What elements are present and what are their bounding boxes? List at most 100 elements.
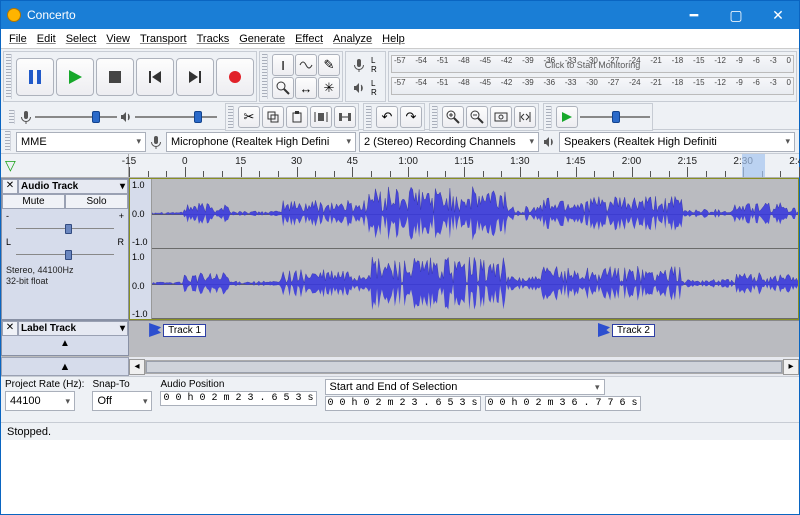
menu-analyze[interactable]: Analyze — [329, 33, 376, 45]
draw-tool-icon[interactable]: ✎ — [318, 54, 340, 76]
gain-slider[interactable] — [6, 224, 124, 234]
solo-button[interactable]: Solo — [65, 194, 128, 209]
track-info: Stereo, 44100Hz32-bit float — [6, 263, 124, 287]
skip-start-button[interactable] — [136, 58, 174, 96]
record-button[interactable] — [216, 58, 254, 96]
redo-button[interactable]: ↷ — [400, 106, 422, 128]
audio-track: ✕ Audio Track▾ Mute Solo -+ LR Stereo, 4… — [1, 178, 799, 320]
mixer-toolbar — [5, 110, 221, 124]
menu-transport[interactable]: Transport — [136, 33, 191, 45]
undo-button[interactable]: ↶ — [376, 106, 398, 128]
audio-position-field[interactable]: 0 0 h 0 2 m 2 3 . 6 5 3 s — [160, 391, 316, 406]
label-track: ✕ Label Track▾ ▲ Track 1 Track 2 — [1, 320, 799, 356]
speaker-icon — [119, 110, 133, 124]
tracks-collapse-button[interactable]: ▲ — [1, 357, 129, 376]
silence-button[interactable] — [334, 106, 356, 128]
zoom-in-button[interactable] — [442, 106, 464, 128]
track-name[interactable]: Audio Track▾ — [18, 179, 128, 194]
selection-start-field[interactable]: 0 0 h 0 2 m 2 3 . 6 5 3 s — [325, 396, 481, 411]
trim-button[interactable] — [310, 106, 332, 128]
label-track-body[interactable]: Track 1 Track 2 — [129, 320, 799, 356]
menu-edit[interactable]: Edit — [33, 33, 60, 45]
skip-end-button[interactable] — [176, 58, 214, 96]
recording-meter-text: Click to Start Monitoring — [392, 60, 793, 70]
snap-to-label: Snap-To — [92, 379, 152, 390]
speaker-icon — [542, 135, 556, 149]
recording-meter[interactable]: -57-54-51-48-45-42-39-36-33-30-27-24-21-… — [391, 54, 794, 74]
envelope-tool-icon[interactable] — [295, 54, 317, 76]
waveform-area[interactable]: 1.0 0.0 -1.0 1.0 0.0 -1.0 — [129, 178, 799, 320]
audio-host-select[interactable]: MME▾ — [16, 132, 146, 152]
scroll-right-button[interactable]: ▸ — [783, 359, 799, 375]
timeshift-tool-icon[interactable]: ↔ — [295, 77, 317, 99]
copy-button[interactable] — [262, 106, 284, 128]
fit-project-button[interactable] — [514, 106, 536, 128]
playback-speed-slider[interactable] — [580, 111, 650, 123]
collapse-button[interactable]: ▲ — [2, 336, 128, 351]
meters-toolbar: -57-54-51-48-45-42-39-36-33-30-27-24-21-… — [388, 51, 797, 102]
timeline-ruler[interactable]: ▽ -1501530451:001:151:301:452:002:152:30… — [1, 154, 799, 178]
selection-mode-select[interactable]: Start and End of Selection▾ — [325, 379, 605, 395]
paste-button[interactable] — [286, 106, 308, 128]
zoom-out-button[interactable] — [466, 106, 488, 128]
playback-volume-slider[interactable] — [135, 111, 217, 123]
app-icon — [7, 8, 21, 22]
cut-button[interactable]: ✂ — [238, 106, 260, 128]
scroll-left-button[interactable]: ◂ — [129, 359, 145, 375]
menu-effect[interactable]: Effect — [291, 33, 327, 45]
minimize-button[interactable]: ━ — [673, 1, 715, 29]
project-rate-select[interactable]: 44100▾ — [5, 391, 75, 411]
play-at-speed-button[interactable] — [556, 106, 578, 128]
mic-icon — [149, 135, 163, 149]
track-name[interactable]: Label Track▾ — [18, 321, 128, 336]
pause-button[interactable] — [16, 58, 54, 96]
menu-help[interactable]: Help — [378, 33, 409, 45]
mic-icon — [19, 110, 33, 124]
transport-toolbar — [3, 51, 257, 102]
menu-select[interactable]: Select — [62, 33, 101, 45]
menu-view[interactable]: View — [102, 33, 134, 45]
lr-label-2: LR — [371, 79, 383, 97]
selection-tool-icon[interactable]: I — [272, 54, 294, 76]
meter-icons: LR LR — [345, 51, 386, 102]
track-area: ✕ Audio Track▾ Mute Solo -+ LR Stereo, 4… — [1, 178, 799, 356]
mic-icon — [348, 54, 370, 76]
vertical-scale: 1.0 0.0 -1.0 1.0 0.0 -1.0 — [130, 179, 152, 319]
horizontal-scrollbar[interactable]: ◂ ▸ — [129, 357, 799, 376]
playback-meter[interactable]: -57-54-51-48-45-42-39-36-33-30-27-24-21-… — [391, 76, 794, 96]
zoom-tool-icon[interactable] — [272, 77, 294, 99]
label-marker[interactable]: Track 1 — [149, 323, 206, 337]
audio-track-panel: ✕ Audio Track▾ Mute Solo -+ LR Stereo, 4… — [1, 178, 129, 320]
fit-selection-button[interactable] — [490, 106, 512, 128]
track-close-button[interactable]: ✕ — [2, 179, 18, 194]
window-title: Concerto — [27, 8, 673, 22]
titlebar: Concerto ━ ▢ ✕ — [1, 1, 799, 29]
toolbar-row-1: I ✎ ↔ ✳ LR LR -57-54-51-48-45-42-39-36-3… — [1, 49, 799, 104]
snap-to-select[interactable]: Off▾ — [92, 391, 152, 411]
pan-slider[interactable] — [6, 250, 124, 260]
recording-device-select[interactable]: Microphone (Realtek High Defini▾ — [166, 132, 356, 152]
playback-device-select[interactable]: Speakers (Realtek High Definiti▾ — [559, 132, 795, 152]
track-close-button[interactable]: ✕ — [2, 321, 18, 336]
speaker-icon — [348, 77, 370, 99]
footer-row: ▲ ◂ ▸ — [1, 356, 799, 376]
stop-button[interactable] — [96, 58, 134, 96]
label-marker[interactable]: Track 2 — [598, 323, 655, 337]
lr-label: LR — [371, 56, 383, 74]
menu-bar: File Edit Select View Transport Tracks G… — [1, 29, 799, 49]
selection-end-field[interactable]: 0 0 h 0 2 m 3 6 . 7 7 6 s — [485, 396, 641, 411]
pin-icon[interactable]: ▽ — [5, 157, 16, 174]
recording-volume-slider[interactable] — [35, 111, 117, 123]
label-track-panel: ✕ Label Track▾ ▲ — [1, 320, 129, 356]
play-at-speed-toolbar — [543, 103, 653, 131]
mute-button[interactable]: Mute — [2, 194, 65, 209]
menu-file[interactable]: File — [5, 33, 31, 45]
multi-tool-icon[interactable]: ✳ — [318, 77, 340, 99]
selection-toolbar: Project Rate (Hz): 44100▾ Snap-To Off▾ A… — [1, 376, 799, 422]
close-button[interactable]: ✕ — [757, 1, 799, 29]
play-button[interactable] — [56, 58, 94, 96]
menu-tracks[interactable]: Tracks — [193, 33, 234, 45]
maximize-button[interactable]: ▢ — [715, 1, 757, 29]
menu-generate[interactable]: Generate — [235, 33, 289, 45]
recording-channels-select[interactable]: 2 (Stereo) Recording Channels▾ — [359, 132, 539, 152]
